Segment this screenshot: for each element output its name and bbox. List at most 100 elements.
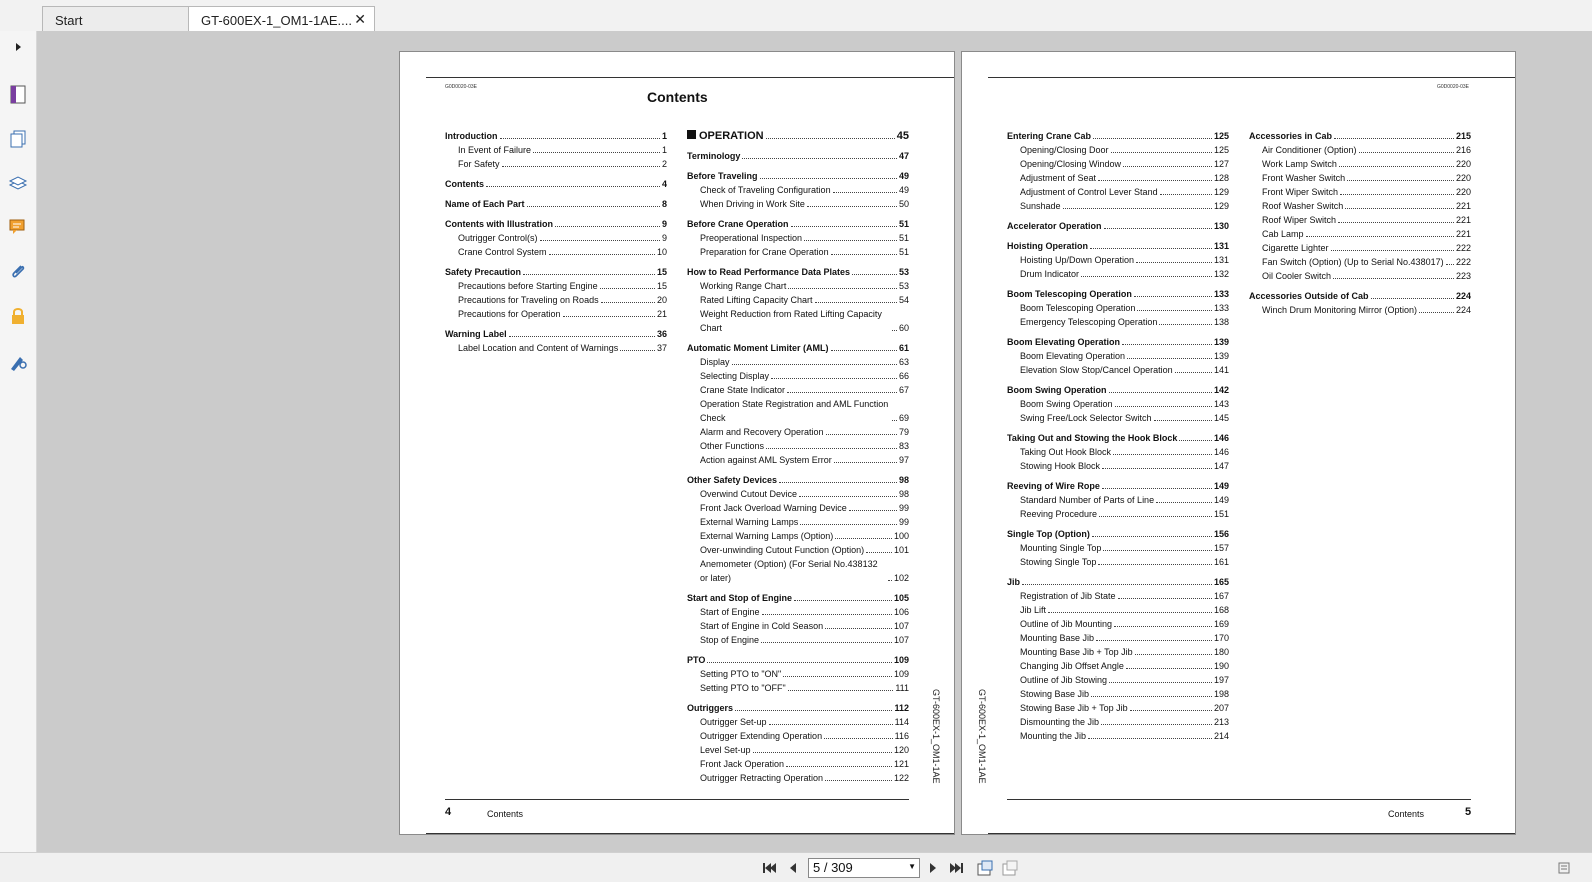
toc-entry[interactable]: Cab Lamp 221 xyxy=(1249,227,1471,241)
previous-page-icon[interactable] xyxy=(787,860,799,876)
toc-entry[interactable]: Oil Cooler Switch 223 xyxy=(1249,269,1471,283)
toc-section[interactable]: Entering Crane Cab 125 xyxy=(1007,129,1229,143)
toc-section[interactable]: Before Crane Operation 51 xyxy=(687,217,909,231)
toc-section[interactable]: Safety Precaution 15 xyxy=(445,265,667,279)
toc-entry[interactable]: Work Lamp Switch 220 xyxy=(1249,157,1471,171)
toc-entry[interactable]: Precautions before Starting Engine 15 xyxy=(445,279,667,293)
page-number-input[interactable]: 5 / 309 ▼ xyxy=(808,858,920,878)
toc-entry[interactable]: Anemometer (Option) (For Serial No.43813… xyxy=(687,557,909,585)
toc-entry[interactable]: Precautions for Operation 21 xyxy=(445,307,667,321)
toc-entry[interactable]: Mounting Single Top 157 xyxy=(1007,541,1229,555)
toc-section[interactable]: Boom Swing Operation 142 xyxy=(1007,383,1229,397)
toc-entry[interactable]: Opening/Closing Window 127 xyxy=(1007,157,1229,171)
chevron-down-icon[interactable]: ▼ xyxy=(908,862,916,871)
toc-entry[interactable]: Alarm and Recovery Operation 79 xyxy=(687,425,909,439)
toc-section[interactable]: Taking Out and Stowing the Hook Block 146 xyxy=(1007,431,1229,445)
toc-entry[interactable]: Preoperational Inspection 51 xyxy=(687,231,909,245)
toc-entry[interactable]: Mounting the Jib 214 xyxy=(1007,729,1229,743)
toc-section[interactable]: Start and Stop of Engine 105 xyxy=(687,591,909,605)
toc-entry[interactable]: Weight Reduction from Rated Lifting Capa… xyxy=(687,307,909,335)
attachments-icon[interactable] xyxy=(7,261,29,283)
toc-section[interactable]: Before Traveling 49 xyxy=(687,169,909,183)
toc-entry[interactable]: Reeving Procedure 151 xyxy=(1007,507,1229,521)
toc-section[interactable]: Outriggers 112 xyxy=(687,701,909,715)
toc-section[interactable]: Other Safety Devices 98 xyxy=(687,473,909,487)
toc-entry[interactable]: Other Functions 83 xyxy=(687,439,909,453)
toc-entry[interactable]: Changing Jib Offset Angle 190 xyxy=(1007,659,1229,673)
toc-entry[interactable]: Stowing Hook Block 147 xyxy=(1007,459,1229,473)
toc-entry[interactable]: Overwind Cutout Device 98 xyxy=(687,487,909,501)
toc-entry[interactable]: Hoisting Up/Down Operation 131 xyxy=(1007,253,1229,267)
toc-section[interactable]: Introduction 1 xyxy=(445,129,667,143)
toc-entry[interactable]: Mounting Base Jib + Top Jib 180 xyxy=(1007,645,1229,659)
toc-entry[interactable]: Mounting Base Jib 170 xyxy=(1007,631,1229,645)
toc-entry[interactable]: Crane State Indicator 67 xyxy=(687,383,909,397)
toc-entry[interactable]: Outrigger Control(s) 9 xyxy=(445,231,667,245)
toc-entry[interactable]: Adjustment of Control Lever Stand 129 xyxy=(1007,185,1229,199)
toc-section[interactable]: Accessories Outside of Cab 224 xyxy=(1249,289,1471,303)
toc-section[interactable]: Boom Telescoping Operation 133 xyxy=(1007,287,1229,301)
toc-entry[interactable]: Stowing Single Top 161 xyxy=(1007,555,1229,569)
toc-section[interactable]: Boom Elevating Operation 139 xyxy=(1007,335,1229,349)
menu-icon[interactable] xyxy=(1557,860,1571,876)
fit-page-icon[interactable] xyxy=(976,860,994,878)
toc-entry[interactable]: Air Conditioner (Option) 216 xyxy=(1249,143,1471,157)
toc-entry[interactable]: Operation State Registration and AML Fun… xyxy=(687,397,909,425)
lock-icon[interactable] xyxy=(7,305,29,327)
toc-section[interactable]: Accelerator Operation 130 xyxy=(1007,219,1229,233)
toc-entry[interactable]: Opening/Closing Door 125 xyxy=(1007,143,1229,157)
toc-entry[interactable]: Boom Telescoping Operation 133 xyxy=(1007,301,1229,315)
expand-arrow-icon[interactable] xyxy=(7,36,29,58)
two-page-view-icon[interactable] xyxy=(1001,860,1019,878)
toc-entry[interactable]: Roof Washer Switch 221 xyxy=(1249,199,1471,213)
toc-entry[interactable]: Emergency Telescoping Operation 138 xyxy=(1007,315,1229,329)
toc-entry[interactable]: Stop of Engine 107 xyxy=(687,633,909,647)
toc-entry[interactable]: Outline of Jib Stowing 197 xyxy=(1007,673,1229,687)
toc-entry[interactable]: Check of Traveling Configuration 49 xyxy=(687,183,909,197)
toc-entry[interactable]: Rated Lifting Capacity Chart 54 xyxy=(687,293,909,307)
toc-entry[interactable]: Registration of Jib State 167 xyxy=(1007,589,1229,603)
next-page-icon[interactable] xyxy=(927,860,939,876)
toc-entry[interactable]: External Warning Lamps (Option) 100 xyxy=(687,529,909,543)
comments-icon[interactable] xyxy=(7,216,29,238)
toc-section[interactable]: Accessories in Cab 215 xyxy=(1249,129,1471,143)
toc-entry[interactable]: Display 63 xyxy=(687,355,909,369)
toc-entry[interactable]: Crane Control System 10 xyxy=(445,245,667,259)
toc-entry[interactable]: Winch Drum Monitoring Mirror (Option) 224 xyxy=(1249,303,1471,317)
toc-entry[interactable]: Precautions for Traveling on Roads 20 xyxy=(445,293,667,307)
toc-entry[interactable]: Sunshade 129 xyxy=(1007,199,1229,213)
toc-entry[interactable]: Setting PTO to "ON" 109 xyxy=(687,667,909,681)
toc-section[interactable]: Automatic Moment Limiter (AML) 61 xyxy=(687,341,909,355)
toc-section[interactable]: PTO 109 xyxy=(687,653,909,667)
toc-entry[interactable]: Drum Indicator 132 xyxy=(1007,267,1229,281)
toc-section[interactable]: Hoisting Operation 131 xyxy=(1007,239,1229,253)
toc-entry[interactable]: Boom Swing Operation 143 xyxy=(1007,397,1229,411)
toc-entry[interactable]: Action against AML System Error 97 xyxy=(687,453,909,467)
toc-entry[interactable]: Front Wiper Switch 220 xyxy=(1249,185,1471,199)
toc-entry[interactable]: Front Jack Operation 121 xyxy=(687,757,909,771)
toc-entry[interactable]: Preparation for Crane Operation 51 xyxy=(687,245,909,259)
toc-entry[interactable]: Outline of Jib Mounting 169 xyxy=(1007,617,1229,631)
toc-entry[interactable]: Elevation Slow Stop/Cancel Operation 141 xyxy=(1007,363,1229,377)
toc-entry[interactable]: Dismounting the Jib 213 xyxy=(1007,715,1229,729)
close-icon[interactable]: ✕ xyxy=(354,11,366,28)
toc-entry[interactable]: Jib Lift 168 xyxy=(1007,603,1229,617)
toc-entry[interactable]: Stowing Base Jib + Top Jib 207 xyxy=(1007,701,1229,715)
toc-entry[interactable]: Fan Switch (Option) (Up to Serial No.438… xyxy=(1249,255,1471,269)
toc-entry[interactable]: Taking Out Hook Block 146 xyxy=(1007,445,1229,459)
toc-entry[interactable]: Roof Wiper Switch 221 xyxy=(1249,213,1471,227)
toc-entry[interactable]: Working Range Chart 53 xyxy=(687,279,909,293)
toc-entry[interactable]: Adjustment of Seat 128 xyxy=(1007,171,1229,185)
toc-entry[interactable]: Stowing Base Jib 198 xyxy=(1007,687,1229,701)
toc-entry[interactable]: Outrigger Retracting Operation 122 xyxy=(687,771,909,785)
tab-document[interactable]: GT-600EX-1_OM1-1AE.... ✕ xyxy=(188,6,375,31)
toc-entry[interactable]: In Event of Failure 1 xyxy=(445,143,667,157)
toc-section[interactable]: Reeving of Wire Rope 149 xyxy=(1007,479,1229,493)
toc-entry[interactable]: Label Location and Content of Warnings 37 xyxy=(445,341,667,355)
signature-icon[interactable] xyxy=(7,351,29,373)
toc-entry[interactable]: Outrigger Extending Operation 116 xyxy=(687,729,909,743)
thumbnails-icon[interactable] xyxy=(7,128,29,150)
toc-section[interactable]: Warning Label 36 xyxy=(445,327,667,341)
toc-section[interactable]: Contents with Illustration 9 xyxy=(445,217,667,231)
page-icon[interactable] xyxy=(7,83,29,105)
